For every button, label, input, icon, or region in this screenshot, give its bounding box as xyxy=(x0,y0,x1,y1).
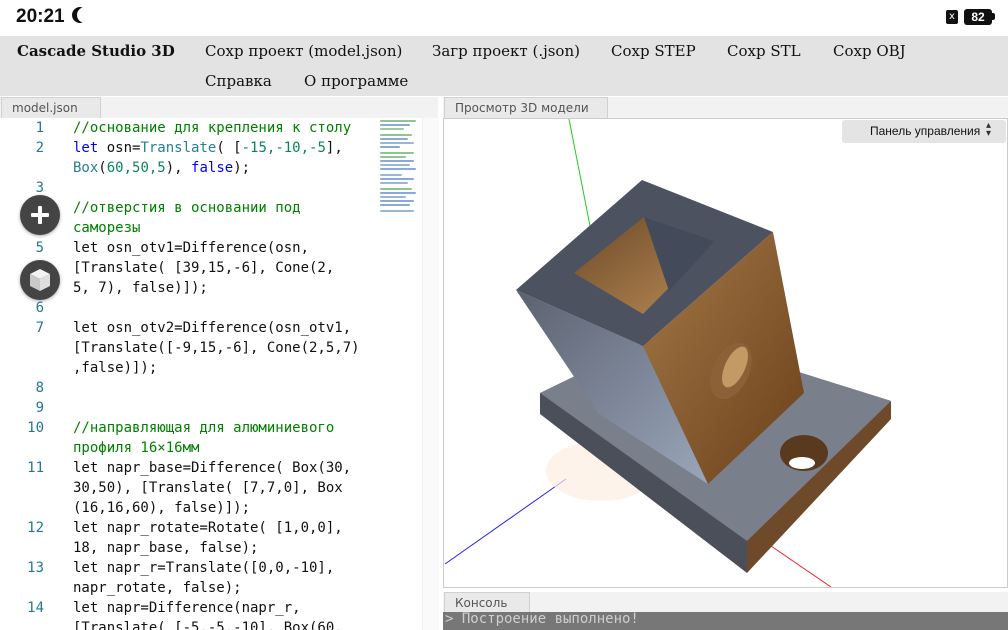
code-editor[interactable]: 1 //основание для крепления к столу 2 le… xyxy=(0,118,439,630)
help-menu-item[interactable]: Справка xyxy=(205,72,272,90)
3d-viewport[interactable] xyxy=(443,118,1008,588)
save-obj-menu-item[interactable]: Сохр OBJ xyxy=(833,42,906,60)
line-number: 13 xyxy=(27,560,44,576)
code-line-wrap: Box(60,50,5), false); xyxy=(73,160,251,176)
x-axis-line xyxy=(770,545,832,587)
code-line-wrap: [Translate([-9,15,-6], Cone(2,5,7) xyxy=(73,340,360,356)
line-number: 8 xyxy=(35,380,44,396)
code-line: let napr_rotate=Rotate( [1,0,0], xyxy=(73,520,343,536)
code-line: let napr_r=Translate([0,0,-10], xyxy=(73,560,335,576)
updown-chevron-icon: ▴ ▾ xyxy=(986,120,992,139)
code-line: //отверстия в основании под xyxy=(73,200,301,216)
line-number: 3 xyxy=(35,180,44,196)
view-cube-button[interactable] xyxy=(20,260,60,300)
code-line: //направляющая для алюминиевого xyxy=(73,420,335,436)
code-line: let osn_otv1=Difference(osn, xyxy=(73,240,310,256)
code-line-wrap: профиля 16×16мм xyxy=(73,440,200,456)
load-project-menu-item[interactable]: Загр проект (.json) xyxy=(432,42,580,60)
code-line-wrap: 18, napr_base, false); xyxy=(73,540,259,556)
line-number: 7 xyxy=(35,320,44,336)
line-number: 12 xyxy=(27,520,44,536)
system-status-bar: 20:21 x 82 xyxy=(0,0,1008,36)
code-line-wrap: napr_rotate, false); xyxy=(73,580,242,596)
no-sim-icon: x xyxy=(946,10,958,24)
save-project-menu-item[interactable]: Сохр проект (model.json) xyxy=(205,42,402,60)
editor-minimap[interactable] xyxy=(380,120,418,216)
about-menu-item[interactable]: О программе xyxy=(304,72,408,90)
code-line-wrap: (16,16,60), false)]); xyxy=(73,500,251,516)
editor-scrollbar[interactable] xyxy=(422,118,439,630)
line-number: 5 xyxy=(35,240,44,256)
control-panel-toggle[interactable]: Панель управления ▴ ▾ xyxy=(842,120,1006,143)
editor-tabbar: model.json xyxy=(0,97,438,118)
console-tabbar: Консоль xyxy=(443,592,1008,612)
save-step-menu-item[interactable]: Сохр STEP xyxy=(611,42,696,60)
code-line: let osn=Translate( [-15,-10,-5], xyxy=(73,140,343,156)
line-number: 10 xyxy=(27,420,44,436)
zoom-in-button[interactable] xyxy=(20,195,60,235)
code-line-wrap: [Translate( [-5,-5,-10], Box(60, xyxy=(73,620,343,630)
code-line: let osn_otv2=Difference(osn_otv1, xyxy=(73,320,352,336)
do-not-disturb-icon xyxy=(77,7,93,23)
code-line-wrap: 30,50), [Translate( [7,7,0], Box xyxy=(73,480,343,496)
console-message: > Построение выполнено! xyxy=(445,612,639,627)
tab-3d-view[interactable]: Просмотр 3D модели xyxy=(444,97,608,118)
battery-tip-icon xyxy=(992,13,995,20)
line-number: 1 xyxy=(35,120,44,136)
line-number: 2 xyxy=(35,140,44,156)
control-panel-label: Панель управления xyxy=(870,124,981,138)
line-number: 6 xyxy=(35,300,44,316)
console-output: > Построение выполнено! xyxy=(443,612,1008,630)
top-menu-bar: Cascade Studio 3D Сохр проект (model.jso… xyxy=(0,36,1008,96)
save-stl-menu-item[interactable]: Сохр STL xyxy=(727,42,801,60)
tab-model-json[interactable]: model.json xyxy=(1,97,101,118)
tab-console[interactable]: Консоль xyxy=(444,592,530,612)
code-line: //основание для крепления к столу xyxy=(73,120,352,136)
code-line-wrap: [Translate( [39,15,-6], Cone(2, xyxy=(73,260,335,276)
viewport-tabbar: Просмотр 3D модели xyxy=(443,97,1008,118)
app-brand[interactable]: Cascade Studio 3D xyxy=(17,42,175,60)
battery-indicator: 82 xyxy=(964,9,992,25)
line-number: 9 xyxy=(35,400,44,416)
cube-icon xyxy=(30,269,50,291)
y-axis-line xyxy=(568,119,592,232)
code-line: let napr=Difference(napr_r, xyxy=(73,600,301,616)
clock: 20:21 xyxy=(16,6,65,27)
code-line: let napr_base=Difference( Box(30, xyxy=(73,460,352,476)
line-number: 11 xyxy=(27,460,44,476)
3d-model-render[interactable] xyxy=(444,119,1008,588)
code-line-wrap: саморезы xyxy=(73,220,141,236)
z-axis-line xyxy=(444,478,567,565)
code-line-wrap: 5, 7), false)]); xyxy=(73,280,208,296)
code-line-wrap: ,false)]); xyxy=(73,360,158,376)
line-number: 14 xyxy=(27,600,44,616)
